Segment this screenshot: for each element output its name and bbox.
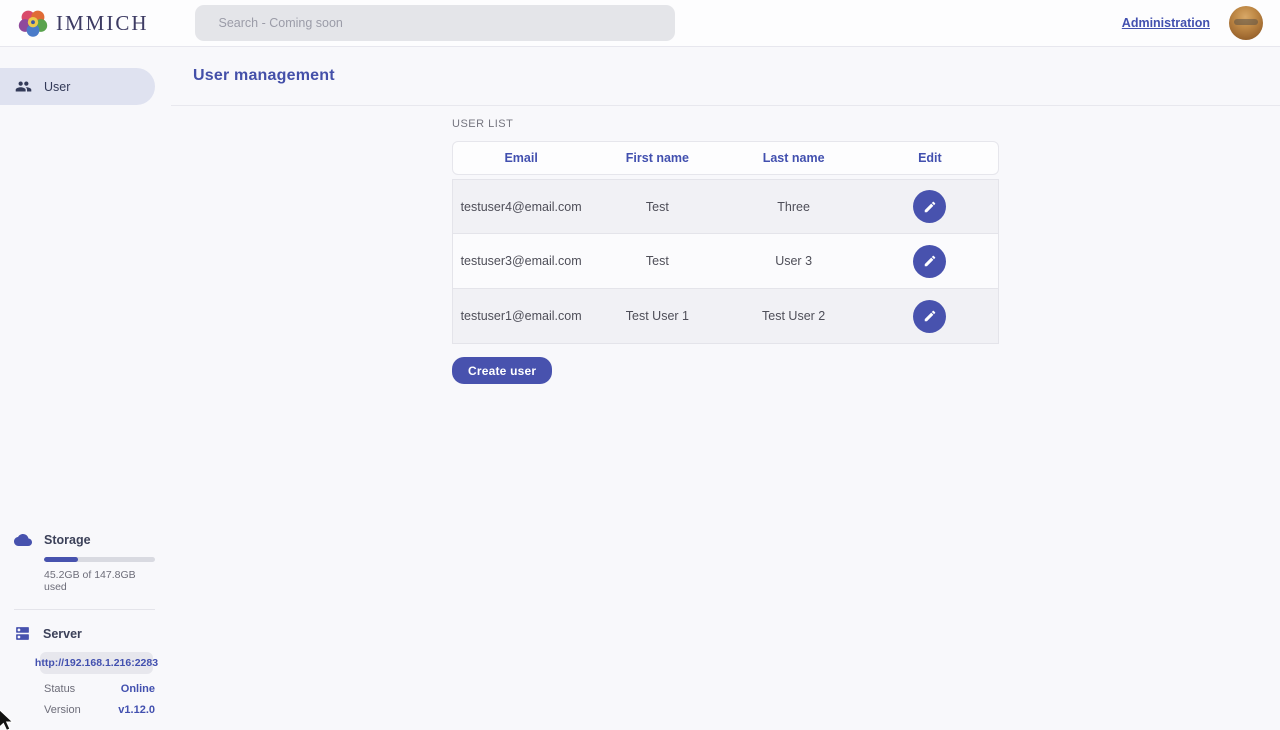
cell-edit	[862, 245, 998, 278]
user-avatar[interactable]	[1229, 6, 1263, 40]
server-section-header: Server	[14, 625, 155, 642]
cell-first-name: Test	[589, 200, 725, 214]
pencil-icon	[923, 309, 937, 323]
sidebar-bottom: Storage 45.2GB of 147.8GB used Server ht…	[0, 531, 171, 730]
section-label: USER LIST	[452, 118, 999, 130]
storage-progress-bar	[44, 557, 155, 562]
version-value: v1.12.0	[118, 704, 155, 716]
pencil-icon	[923, 200, 937, 214]
storage-title: Storage	[44, 533, 91, 547]
users-group-icon	[15, 78, 32, 95]
create-user-button[interactable]: Create user	[452, 357, 552, 384]
sidebar-divider	[14, 609, 155, 610]
column-header-email: Email	[453, 151, 589, 165]
cell-last-name: Three	[726, 200, 862, 214]
cell-first-name: Test	[589, 254, 725, 268]
page-title: User management	[193, 67, 335, 85]
brand-logo[interactable]: IMMICH	[18, 8, 149, 38]
server-url-chip: http://192.168.1.216:2283	[40, 652, 153, 674]
cell-edit	[862, 190, 998, 223]
administration-link[interactable]: Administration	[1122, 16, 1210, 30]
user-list-section: USER LIST Email First name Last name Edi…	[452, 118, 999, 384]
column-header-first-name: First name	[589, 151, 725, 165]
server-title: Server	[43, 627, 82, 641]
status-label: Status	[44, 683, 75, 695]
page-header: User management	[171, 47, 1280, 106]
server-version-row: Version v1.12.0	[44, 704, 155, 716]
main-content: User management USER LIST Email First na…	[171, 47, 1280, 730]
sidebar-item-user[interactable]: User	[0, 68, 155, 105]
version-label: Version	[44, 704, 81, 716]
topbar: IMMICH Administration	[0, 0, 1280, 47]
cloud-icon	[14, 531, 32, 549]
cell-last-name: User 3	[726, 254, 862, 268]
storage-progress-fill	[44, 557, 78, 562]
topbar-right: Administration	[1122, 6, 1263, 40]
table-body: testuser4@email.com Test Three testuser3…	[452, 179, 999, 344]
sidebar-item-user-label: User	[44, 80, 70, 94]
cell-last-name: Test User 2	[726, 309, 862, 323]
cell-email: testuser3@email.com	[453, 254, 589, 268]
cell-first-name: Test User 1	[589, 309, 725, 323]
server-icon	[14, 625, 31, 642]
immich-flower-icon	[18, 8, 48, 38]
column-header-last-name: Last name	[726, 151, 862, 165]
immich-admin-app: IMMICH Administration User Storage	[0, 0, 1280, 730]
column-header-edit: Edit	[862, 151, 998, 165]
edit-user-button[interactable]	[913, 245, 946, 278]
pencil-icon	[923, 254, 937, 268]
storage-usage-text: 45.2GB of 147.8GB used	[44, 569, 155, 593]
table-header-row: Email First name Last name Edit	[452, 141, 999, 175]
brand-title: IMMICH	[56, 11, 149, 36]
table-row: testuser3@email.com Test User 3	[452, 234, 999, 289]
status-value: Online	[121, 683, 155, 695]
edit-user-button[interactable]	[913, 190, 946, 223]
storage-section-header: Storage	[14, 531, 155, 549]
sidebar: User Storage 45.2GB of 147.8GB used Serv…	[0, 47, 171, 730]
cell-edit	[862, 300, 998, 333]
cell-email: testuser1@email.com	[453, 309, 589, 323]
table-row: testuser4@email.com Test Three	[452, 179, 999, 234]
table-row: testuser1@email.com Test User 1 Test Use…	[452, 289, 999, 344]
cell-email: testuser4@email.com	[453, 200, 589, 214]
server-status-row: Status Online	[44, 683, 155, 695]
edit-user-button[interactable]	[913, 300, 946, 333]
search-input[interactable]	[195, 5, 675, 41]
